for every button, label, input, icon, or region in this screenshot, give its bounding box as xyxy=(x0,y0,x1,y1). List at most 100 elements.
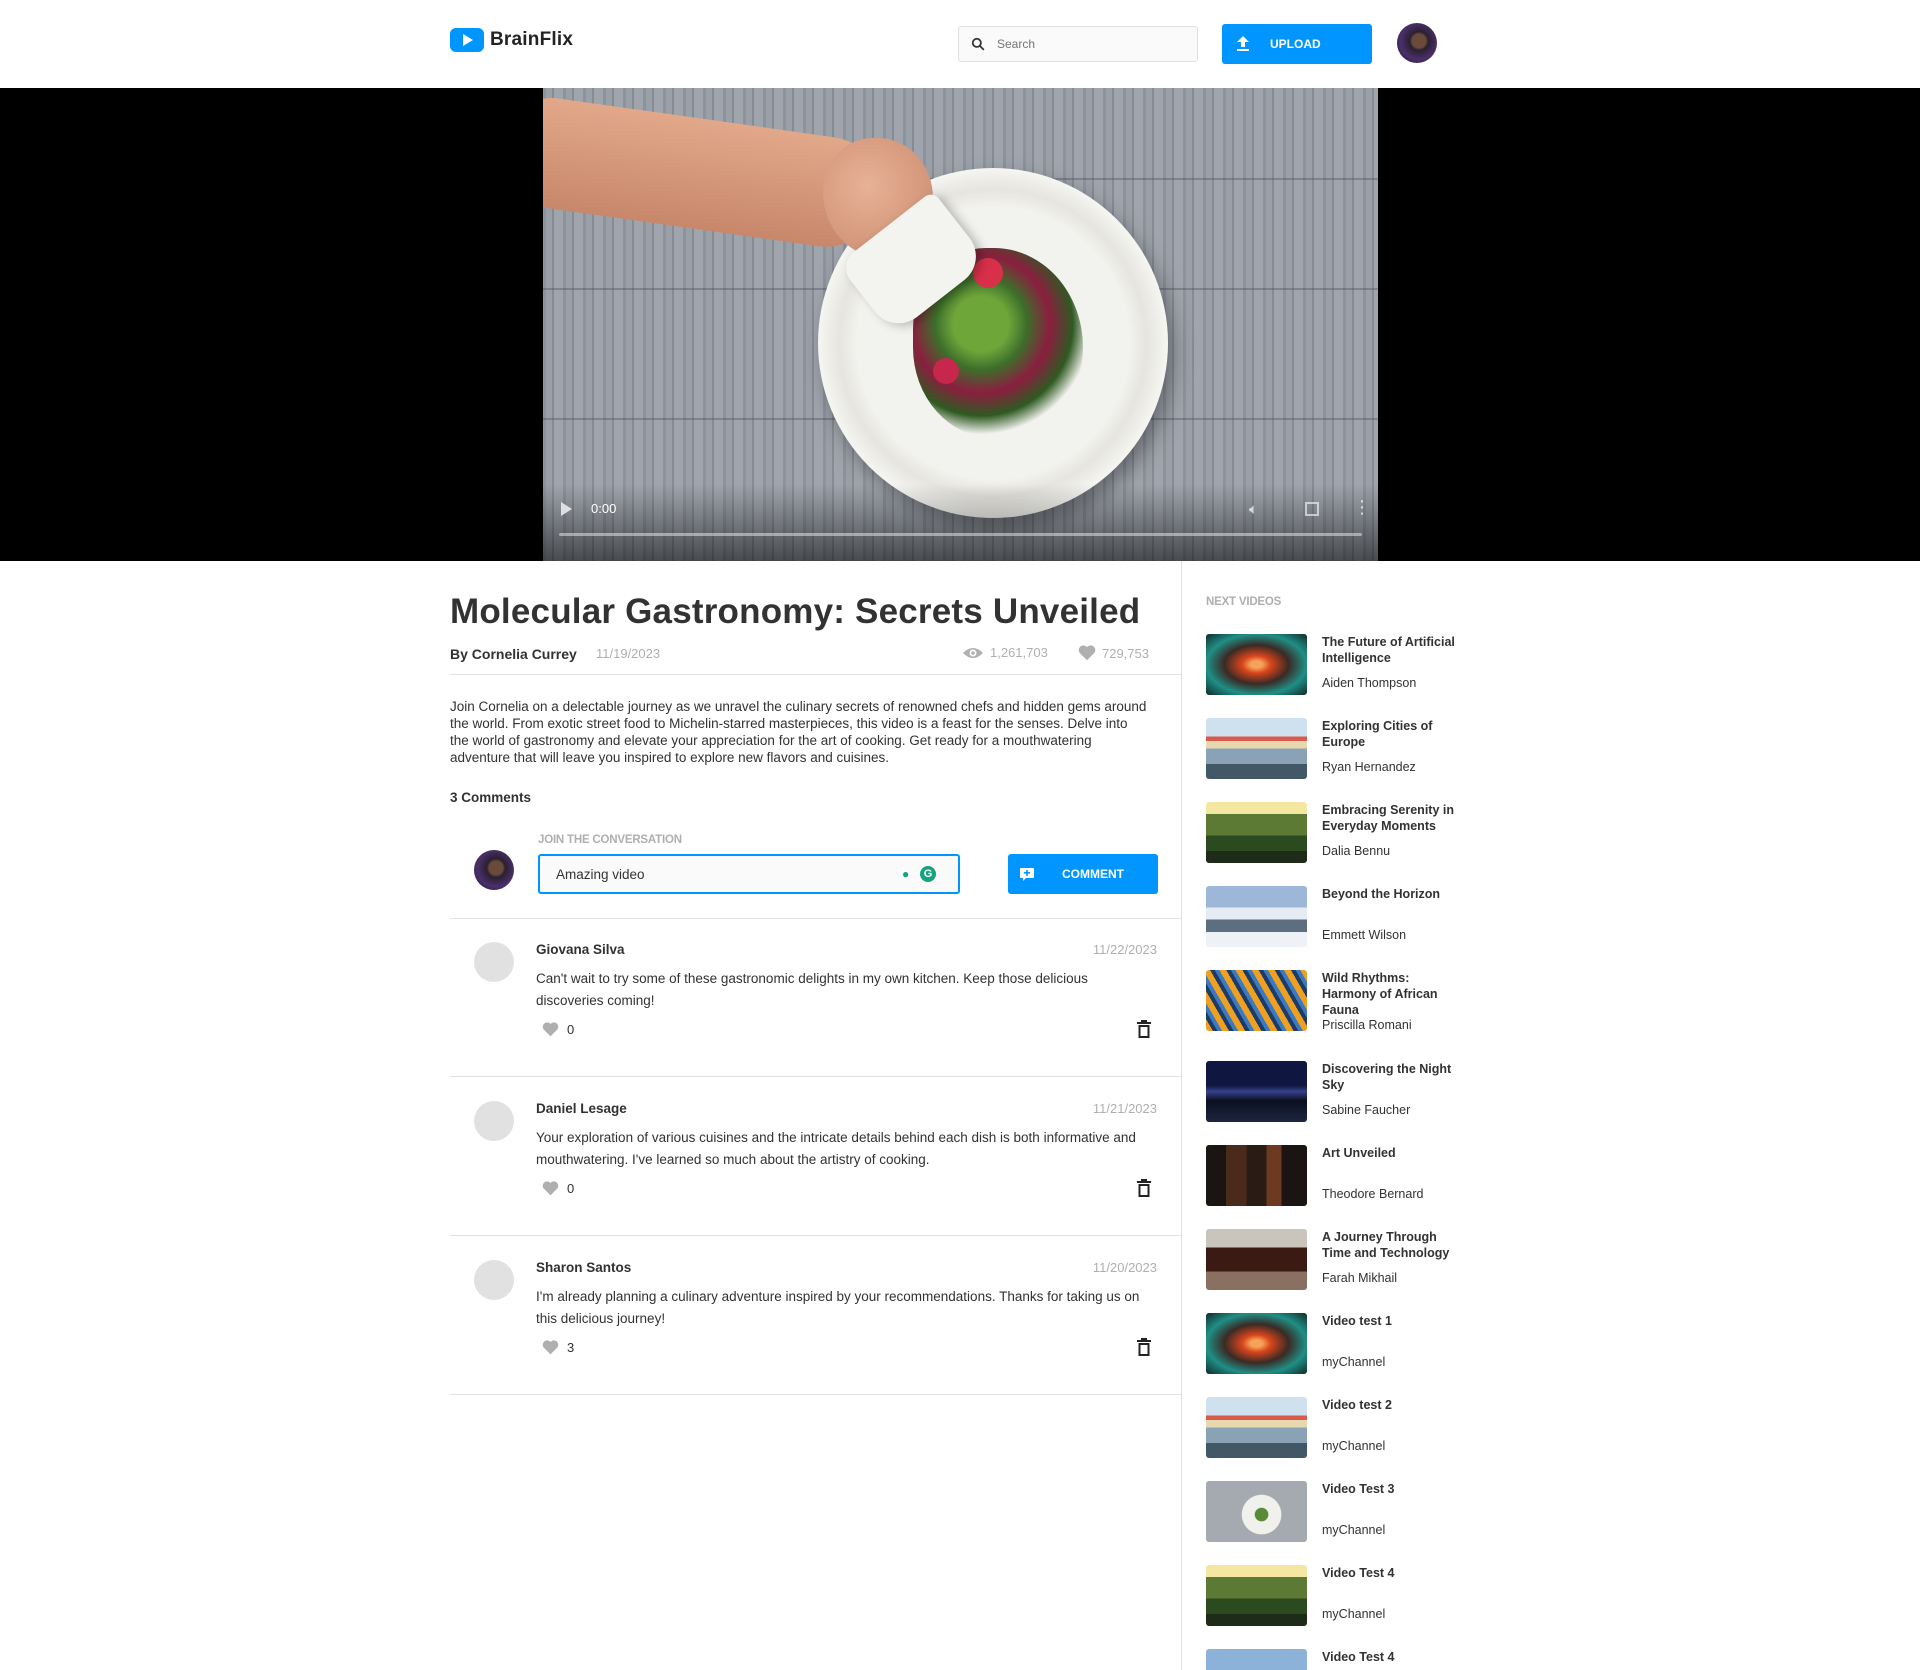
search-box[interactable] xyxy=(958,26,1198,62)
comment-date: 11/21/2023 xyxy=(1092,1101,1157,1116)
next-video-channel: Dalia Bennu xyxy=(1322,844,1391,858)
comment-like-button[interactable]: 3 xyxy=(542,1340,574,1355)
comment-text: I'm already planning a culinary adventur… xyxy=(536,1289,1140,1326)
views-count: 1,261,703 xyxy=(990,645,1048,660)
heart-icon xyxy=(542,1181,559,1196)
fullscreen-icon[interactable] xyxy=(1305,502,1319,516)
delete-comment-button[interactable] xyxy=(1137,1338,1151,1361)
next-video-title: Art Unveiled xyxy=(1322,1146,1396,1160)
comment-item: Daniel Lesage 11/21/2023 Your exploratio… xyxy=(450,1077,1181,1235)
comment-avatar xyxy=(474,942,514,982)
next-video-title: Discovering the Night Sky xyxy=(1322,1062,1452,1092)
comment-text: Can't wait to try some of these gastrono… xyxy=(536,971,1088,1008)
volume-icon[interactable]: 🔈︎ xyxy=(1249,501,1258,518)
video-progress-bar[interactable] xyxy=(559,533,1362,536)
upload-button[interactable]: UPLOAD xyxy=(1222,24,1372,64)
search-input[interactable] xyxy=(997,37,1177,51)
video-views: 1,261,703 xyxy=(962,645,1048,660)
next-video-item[interactable]: Video test 1 myChannel xyxy=(1206,1313,1466,1383)
next-video-channel: myChannel xyxy=(1322,1439,1386,1453)
heart-icon xyxy=(542,1022,559,1037)
video-thumbnail[interactable] xyxy=(1206,1481,1307,1542)
next-video-item[interactable]: Discovering the Night Sky Sabine Faucher xyxy=(1206,1061,1466,1131)
comments-count: 3 Comments xyxy=(450,790,532,805)
more-options-icon[interactable]: ⋮ xyxy=(1353,498,1371,516)
next-video-item[interactable]: Video Test 4 myChannel xyxy=(1206,1565,1466,1635)
comment-button-label: COMMENT xyxy=(1062,867,1124,881)
next-video-channel: Priscilla Romani xyxy=(1322,1018,1412,1032)
play-logo-icon xyxy=(450,28,484,52)
grammarly-icon[interactable]: G xyxy=(920,866,936,882)
video-thumbnail[interactable] xyxy=(1206,1145,1307,1206)
next-video-item[interactable]: Embracing Serenity in Everyday Moments D… xyxy=(1206,802,1466,872)
user-avatar[interactable] xyxy=(1397,23,1437,63)
next-video-item[interactable]: Wild Rhythms: Harmony of African Fauna P… xyxy=(1206,970,1466,1040)
video-thumbnail[interactable] xyxy=(1206,634,1307,695)
video-thumbnail[interactable] xyxy=(1206,1397,1307,1458)
video-thumbnail[interactable] xyxy=(1206,886,1307,947)
views-icon xyxy=(963,647,983,658)
next-video-item[interactable]: The Future of Artificial Intelligence Ai… xyxy=(1206,634,1466,704)
next-video-title: Video Test 4 xyxy=(1322,1650,1395,1664)
site-header: BrainFlix UPLOAD xyxy=(0,0,1920,88)
comment-input-value: Amazing video xyxy=(556,866,645,882)
comment-text: Your exploration of various cuisines and… xyxy=(536,1130,1136,1167)
video-thumbnail[interactable] xyxy=(1206,1061,1307,1122)
next-video-title: The Future of Artificial Intelligence xyxy=(1322,635,1455,665)
comment-divider xyxy=(450,1394,1181,1395)
next-video-title: A Journey Through Time and Technology xyxy=(1322,1230,1450,1260)
comment-author: Sharon Santos xyxy=(536,1260,632,1275)
next-video-channel: Sabine Faucher xyxy=(1322,1103,1411,1117)
delete-comment-button[interactable] xyxy=(1137,1020,1151,1043)
comment-item: Giovana Silva 11/22/2023 Can't wait to t… xyxy=(450,918,1181,1076)
video-thumbnail[interactable] xyxy=(1206,718,1307,779)
comment-author: Daniel Lesage xyxy=(536,1101,627,1116)
next-video-channel: Aiden Thompson xyxy=(1322,676,1417,690)
next-video-item[interactable]: Art Unveiled Theodore Bernard xyxy=(1206,1145,1466,1215)
next-video-item[interactable]: Video Test 4 xyxy=(1206,1649,1466,1670)
video-thumbnail[interactable] xyxy=(1206,802,1307,863)
video-thumbnail[interactable] xyxy=(1206,1229,1307,1290)
comment-date: 11/22/2023 xyxy=(1092,942,1157,957)
next-video-item[interactable]: Video Test 3 myChannel xyxy=(1206,1481,1466,1551)
next-video-channel: Ryan Hernandez xyxy=(1322,760,1416,774)
next-video-title: Video test 2 xyxy=(1322,1398,1392,1412)
comment-button[interactable]: COMMENT xyxy=(1008,854,1158,894)
play-icon[interactable] xyxy=(561,502,572,516)
comment-avatar xyxy=(474,1260,514,1300)
next-video-title: Embracing Serenity in Everyday Moments xyxy=(1322,803,1454,833)
meta-divider xyxy=(450,674,1181,675)
video-player[interactable]: 0:00 🔈︎ ⋮ xyxy=(543,88,1378,561)
next-videos-label: NEXT VIDEOS xyxy=(1206,596,1282,608)
comment-input[interactable]: Amazing video ● G xyxy=(538,854,960,894)
video-thumbnail[interactable] xyxy=(1206,1313,1307,1374)
next-video-item[interactable]: A Journey Through Time and Technology Fa… xyxy=(1206,1229,1466,1299)
next-video-channel: Farah Mikhail xyxy=(1322,1271,1398,1285)
column-divider xyxy=(1181,561,1182,1670)
likes-count: 729,753 xyxy=(1102,645,1149,661)
video-date: 11/19/2023 xyxy=(596,646,661,661)
comment-like-button[interactable]: 0 xyxy=(542,1181,574,1196)
next-video-channel: myChannel xyxy=(1322,1607,1386,1621)
next-video-title: Exploring Cities of Europe xyxy=(1322,719,1433,749)
comment-item: Sharon Santos 11/20/2023 I'm already pla… xyxy=(450,1236,1181,1394)
brainflix-logo[interactable]: BrainFlix xyxy=(450,28,573,52)
comment-like-count: 0 xyxy=(567,1022,575,1037)
delete-comment-button[interactable] xyxy=(1137,1179,1151,1202)
video-thumbnail[interactable] xyxy=(1206,970,1307,1031)
next-video-item[interactable]: Beyond the Horizon Emmett Wilson xyxy=(1206,886,1466,956)
suggestion-icon[interactable]: ● xyxy=(902,867,914,881)
video-thumbnail[interactable] xyxy=(1206,1565,1307,1626)
next-video-item[interactable]: Video test 2 myChannel xyxy=(1206,1397,1466,1467)
next-video-channel: myChannel xyxy=(1322,1523,1386,1537)
upload-icon xyxy=(1237,36,1249,51)
next-video-item[interactable]: Exploring Cities of Europe Ryan Hernande… xyxy=(1206,718,1466,788)
video-description: Join Cornelia on a delectable journey as… xyxy=(450,699,1147,765)
comment-avatar xyxy=(474,1101,514,1141)
search-icon xyxy=(971,37,985,51)
next-video-channel: myChannel xyxy=(1322,1355,1386,1369)
next-video-channel: Emmett Wilson xyxy=(1322,928,1407,942)
comment-like-button[interactable]: 0 xyxy=(542,1022,574,1037)
video-thumbnail[interactable] xyxy=(1206,1649,1307,1670)
video-likes: 729,753 xyxy=(1078,645,1149,661)
